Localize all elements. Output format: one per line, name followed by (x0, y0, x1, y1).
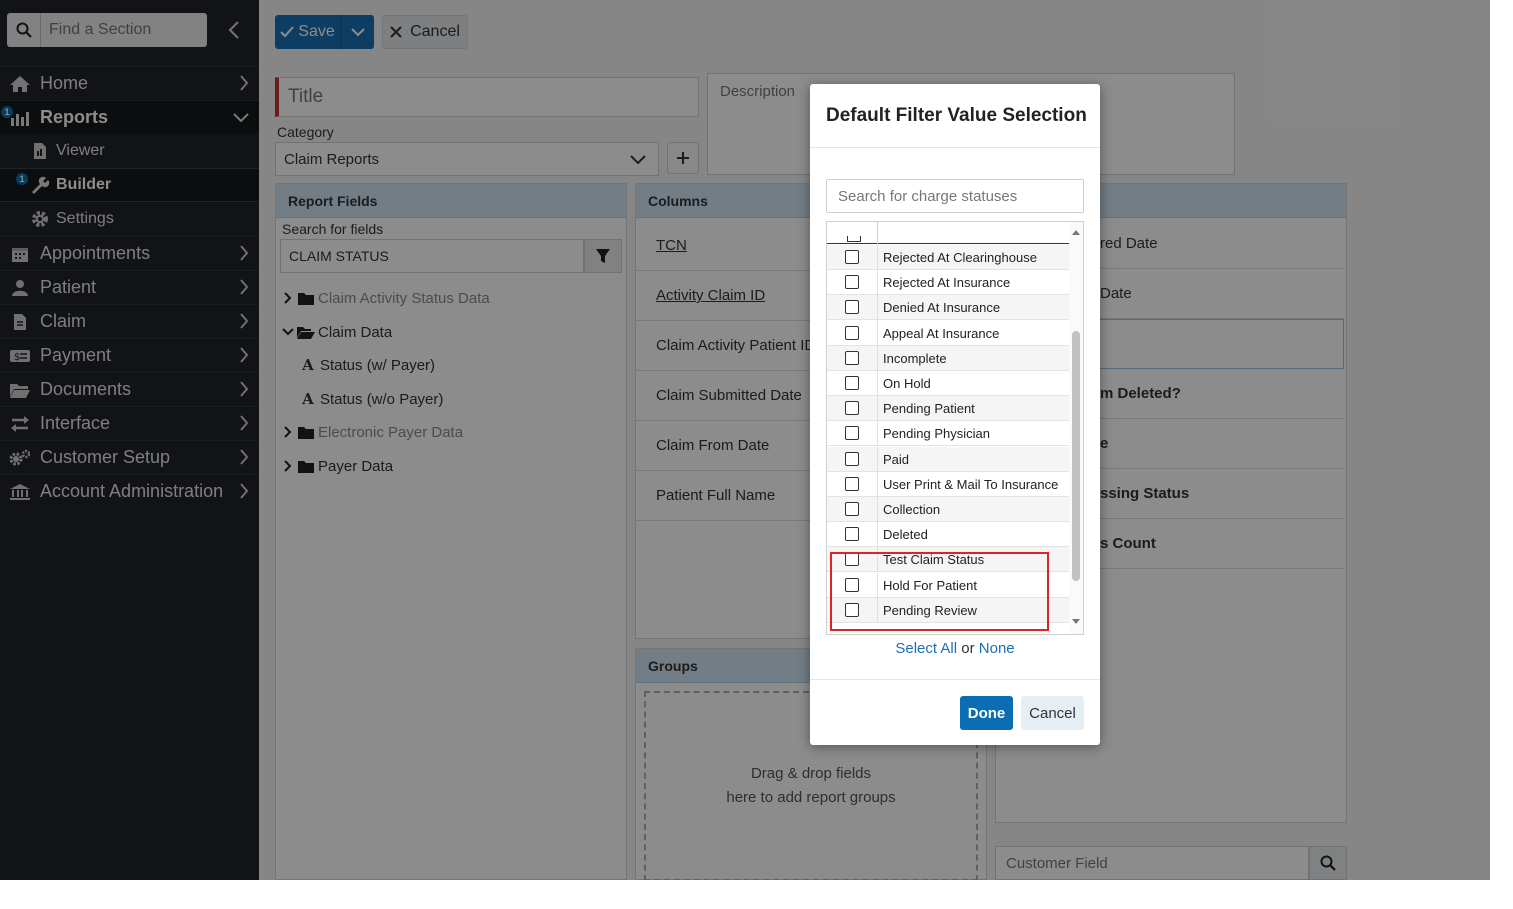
status-option-row[interactable]: Test Claim Status (827, 546, 1069, 572)
status-checkbox[interactable] (845, 351, 859, 365)
status-option-label: User Print & Mail To Insurance (883, 476, 1059, 492)
status-option-row[interactable]: Pending Physician (827, 420, 1069, 446)
checkbox-cell (827, 597, 878, 623)
checkbox-cell (827, 572, 878, 598)
status-list: Rejected At Clearinghouse Rejected At Ins… (826, 221, 1084, 635)
status-checkbox[interactable] (845, 376, 859, 390)
status-option-row[interactable]: Appeal At Insurance (827, 320, 1069, 346)
scroll-thumb[interactable] (1072, 331, 1080, 581)
or-text: or (961, 640, 975, 657)
status-checkbox[interactable] (845, 275, 859, 289)
dialog-divider (810, 679, 1100, 680)
checkbox-cell (827, 521, 878, 547)
status-checkbox[interactable] (845, 477, 859, 491)
list-header (827, 222, 1069, 244)
status-option-label: Incomplete (883, 350, 947, 366)
status-option-row[interactable]: User Print & Mail To Insurance (827, 471, 1069, 497)
status-option-label: On Hold (883, 375, 931, 391)
scrollbar[interactable] (1069, 222, 1083, 634)
status-option-row[interactable]: Rejected At Clearinghouse (827, 244, 1069, 270)
checkbox-cell (827, 395, 878, 421)
scroll-up-arrow[interactable] (1072, 230, 1080, 235)
checkbox-cell (827, 471, 878, 497)
status-option-label: Hold For Patient (883, 577, 977, 593)
checkbox-cell (827, 420, 878, 446)
checkbox-cell (827, 244, 878, 270)
status-checkbox[interactable] (845, 452, 859, 466)
status-option-label: Rejected At Insurance (883, 274, 1011, 290)
done-button[interactable]: Done (960, 696, 1013, 730)
status-search-input[interactable]: Search for charge statuses (826, 179, 1084, 213)
status-option-label: Pending Patient (883, 400, 975, 416)
status-checkbox[interactable] (845, 603, 859, 617)
checkbox-cell (827, 496, 878, 522)
status-option-row[interactable]: Hold For Patient (827, 572, 1069, 598)
status-option-label: Pending Physician (883, 425, 990, 441)
status-option-label: Collection (883, 501, 941, 517)
checkbox-cell (827, 370, 878, 396)
status-option-row[interactable]: Incomplete (827, 345, 1069, 371)
status-option-row[interactable]: Collection (827, 496, 1069, 522)
status-option-row[interactable]: On Hold (827, 370, 1069, 396)
checkbox-cell (827, 345, 878, 371)
status-option-label: Paid (883, 451, 910, 467)
status-checkbox[interactable] (845, 426, 859, 440)
status-option-label: Denied At Insurance (883, 299, 1001, 315)
select-none-link[interactable]: None (979, 640, 1015, 657)
status-checkbox[interactable] (845, 326, 859, 340)
status-option-row[interactable]: Denied At Insurance (827, 294, 1069, 320)
filter-value-dialog: Default Filter Value Selection Search fo… (810, 84, 1100, 745)
checkbox-cell (827, 269, 878, 295)
checkbox-cell (827, 546, 878, 572)
modal-backdrop (0, 0, 1490, 880)
status-option-row[interactable]: Paid (827, 446, 1069, 472)
app-window: Home 1 Reports Viewer 1 Builder Settings (0, 0, 1490, 880)
checkbox-cell (827, 294, 878, 320)
checkbox-cell (827, 320, 878, 346)
status-checkbox[interactable] (845, 300, 859, 314)
dialog-title: Default Filter Value Selection (810, 84, 1100, 148)
status-option-row[interactable]: Rejected At Insurance (827, 269, 1069, 295)
status-option-label: Appeal At Insurance (883, 325, 1000, 341)
status-option-row[interactable]: Pending Patient (827, 395, 1069, 421)
status-checkbox[interactable] (845, 527, 859, 541)
status-checkbox[interactable] (845, 401, 859, 415)
status-checkbox[interactable] (845, 552, 859, 566)
status-option-row[interactable]: Pending Review (827, 597, 1069, 623)
column-divider (877, 222, 878, 244)
status-checkbox[interactable] (845, 578, 859, 592)
dialog-cancel-button[interactable]: Cancel (1021, 696, 1084, 730)
checkbox-cell (827, 446, 878, 472)
scroll-down-arrow[interactable] (1072, 619, 1080, 624)
status-checkbox[interactable] (845, 502, 859, 516)
select-all-checkbox[interactable] (847, 236, 861, 242)
status-option-label: Test Claim Status (883, 551, 985, 567)
status-checkbox[interactable] (845, 250, 859, 264)
select-all-link[interactable]: Select All (895, 640, 957, 657)
status-option-label: Pending Review (883, 602, 977, 618)
status-option-row[interactable]: Deleted (827, 521, 1069, 547)
status-option-label: Rejected At Clearinghouse (883, 249, 1037, 265)
selection-links: Select All or None (810, 640, 1100, 657)
status-option-label: Deleted (883, 526, 928, 542)
